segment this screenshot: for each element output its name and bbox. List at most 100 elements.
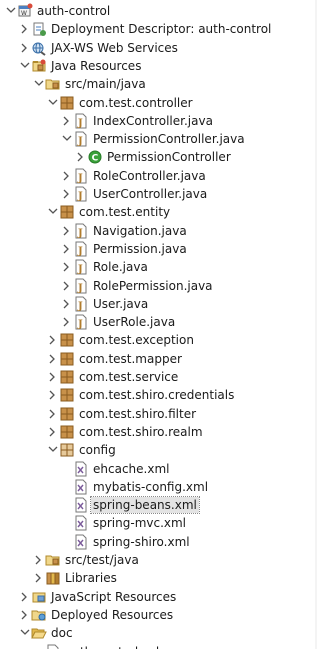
tree-node-ehcache-xml[interactable]: ehcache.xml — [0, 460, 317, 478]
tree-node-spring-shiro-xml[interactable]: spring-shiro.xml — [0, 533, 317, 551]
tree-node-label: IndexController.java — [93, 113, 213, 128]
chevron-right-icon[interactable] — [48, 405, 58, 423]
tree-node-jax-ws-web-services[interactable]: JAX-WS Web Services — [0, 39, 317, 57]
chevron-down-icon[interactable] — [48, 441, 58, 459]
chevron-right-icon[interactable] — [62, 185, 72, 203]
tree-node-label: Libraries — [65, 571, 117, 586]
tree-node-usercontroller-java[interactable]: J UserController.java — [0, 185, 317, 203]
java-file-icon: J — [73, 314, 89, 330]
tree-node-com-test-shiro-credentials[interactable]: com.test.shiro.credentials — [0, 386, 317, 404]
chevron-down-icon[interactable] — [20, 624, 30, 642]
package-icon — [59, 204, 75, 220]
package-icon — [59, 406, 75, 422]
chevron-down-icon[interactable] — [48, 203, 58, 221]
config-package-icon — [59, 442, 75, 458]
tree-node-auth-control[interactable]: Wauth-control — [0, 2, 317, 20]
tree-node-permissioncontroller[interactable]: C PermissionController — [0, 148, 317, 166]
tree-node-spring-mvc-xml[interactable]: spring-mvc.xml — [0, 514, 317, 532]
tree-node-permissioncontroller-java[interactable]: J PermissionController.java — [0, 130, 317, 148]
tree-node-rolepermission-java[interactable]: J RolePermission.java — [0, 277, 317, 295]
web-project-icon: W — [17, 3, 33, 19]
chevron-right-icon[interactable] — [48, 350, 58, 368]
tree-node-com-test-service[interactable]: com.test.service — [0, 368, 317, 386]
chevron-down-icon[interactable] — [34, 75, 44, 93]
tree-node-label: com.test.shiro.credentials — [79, 388, 235, 403]
svg-text:J: J — [77, 283, 83, 294]
tree-node-com-test-shiro-realm[interactable]: com.test.shiro.realm — [0, 423, 317, 441]
tree-node-deployment-descriptor-auth-control[interactable]: Deployment Descriptor: auth-control — [0, 20, 317, 38]
chevron-down-icon[interactable] — [6, 2, 16, 20]
chevron-right-icon[interactable] — [62, 222, 72, 240]
tree-node-com-test-exception[interactable]: com.test.exception — [0, 331, 317, 349]
chevron-down-icon[interactable] — [48, 94, 58, 112]
tree-scroll-edge — [315, 0, 317, 649]
chevron-right-icon[interactable] — [34, 551, 44, 569]
chevron-right-icon[interactable] — [62, 295, 72, 313]
chevron-right-icon[interactable] — [62, 313, 72, 331]
chevron-right-icon[interactable] — [20, 20, 30, 38]
tree-node-auth-control-sql[interactable]: auth-control.sql — [0, 643, 317, 649]
chevron-right-icon[interactable] — [20, 606, 30, 624]
chevron-right-icon[interactable] — [48, 423, 58, 441]
tree-node-javascript-resources[interactable]: JavaScript Resources — [0, 588, 317, 606]
chevron-right-icon[interactable] — [62, 240, 72, 258]
tree-node-com-test-entity[interactable]: com.test.entity — [0, 203, 317, 221]
tree-node-com-test-controller[interactable]: com.test.controller — [0, 94, 317, 112]
xml-file-icon — [73, 461, 89, 477]
tree-node-src-test-java[interactable]: src/test/java — [0, 551, 317, 569]
tree-node-label: UserController.java — [93, 187, 208, 201]
tree-node-userrole-java[interactable]: J UserRole.java — [0, 313, 317, 331]
tree-node-label: JavaScript Resources — [51, 589, 177, 604]
chevron-right-icon[interactable] — [62, 167, 72, 185]
chevron-down-icon[interactable] — [62, 130, 72, 148]
tree-node-com-test-shiro-filter[interactable]: com.test.shiro.filter — [0, 405, 317, 423]
tree-node-mybatis-config-xml[interactable]: mybatis-config.xml — [0, 478, 317, 496]
chevron-right-icon[interactable] — [48, 331, 58, 349]
tree-node-label: com.test.entity — [79, 205, 171, 220]
tree-node-label: PermissionController.java — [93, 132, 245, 147]
tree-node-doc[interactable]: doc — [0, 624, 317, 642]
tree-node-libraries[interactable]: Libraries — [0, 569, 317, 587]
chevron-right-icon[interactable] — [62, 112, 72, 130]
chevron-right-icon[interactable] — [34, 569, 44, 587]
chevron-right-icon[interactable] — [20, 588, 30, 606]
chevron-right-icon[interactable] — [20, 39, 30, 57]
tree-node-user-java[interactable]: J User.java — [0, 295, 317, 313]
tree-node-role-java[interactable]: J Role.java — [0, 258, 317, 276]
chevron-right-icon[interactable] — [62, 258, 72, 276]
tree-node-indexcontroller-java[interactable]: J IndexController.java — [0, 112, 317, 130]
tree-node-navigation-java[interactable]: J Navigation.java — [0, 222, 317, 240]
svg-text:J: J — [77, 319, 83, 330]
java-file-icon: J — [73, 278, 89, 294]
tree-node-java-resources[interactable]: Java Resources — [0, 57, 317, 75]
tree-node-label: com.test.exception — [79, 333, 194, 348]
tree-node-spring-beans-xml[interactable]: spring-beans.xml — [0, 496, 317, 515]
tree-node-com-test-mapper[interactable]: com.test.mapper — [0, 350, 317, 368]
svg-text:J: J — [77, 301, 83, 312]
tree-node-rolecontroller-java[interactable]: J RoleController.java — [0, 167, 317, 185]
xml-file-icon — [73, 515, 89, 531]
svg-text:J: J — [77, 264, 83, 275]
tree-node-label: JAX-WS Web Services — [51, 40, 178, 55]
chevron-right-icon[interactable] — [62, 277, 72, 295]
tree-node-deployed-resources[interactable]: Deployed Resources — [0, 606, 317, 624]
tree-node-label: auth-control — [37, 4, 111, 18]
tree-node-label: com.test.service — [79, 370, 179, 384]
tree-node-permission-java[interactable]: J Permission.java — [0, 240, 317, 258]
svg-text:J: J — [77, 173, 83, 184]
xml-file-icon — [73, 479, 89, 495]
tree-node-label: src/test/java — [65, 553, 139, 567]
package-icon — [59, 351, 75, 367]
chevron-down-icon[interactable] — [20, 57, 30, 75]
package-icon — [59, 369, 75, 385]
chevron-right-icon[interactable] — [76, 148, 86, 166]
source-folder-icon — [45, 552, 61, 568]
java-file-icon: J — [73, 113, 89, 129]
deployment-descriptor-icon — [31, 21, 47, 37]
tree-node-src-main-java[interactable]: src/main/java — [0, 75, 317, 93]
tree-node-config[interactable]: config — [0, 441, 317, 459]
javascript-resources-icon — [31, 589, 47, 605]
chevron-right-icon[interactable] — [48, 386, 58, 404]
chevron-right-icon[interactable] — [48, 368, 58, 386]
tree-node-label: Deployed Resources — [51, 607, 174, 622]
